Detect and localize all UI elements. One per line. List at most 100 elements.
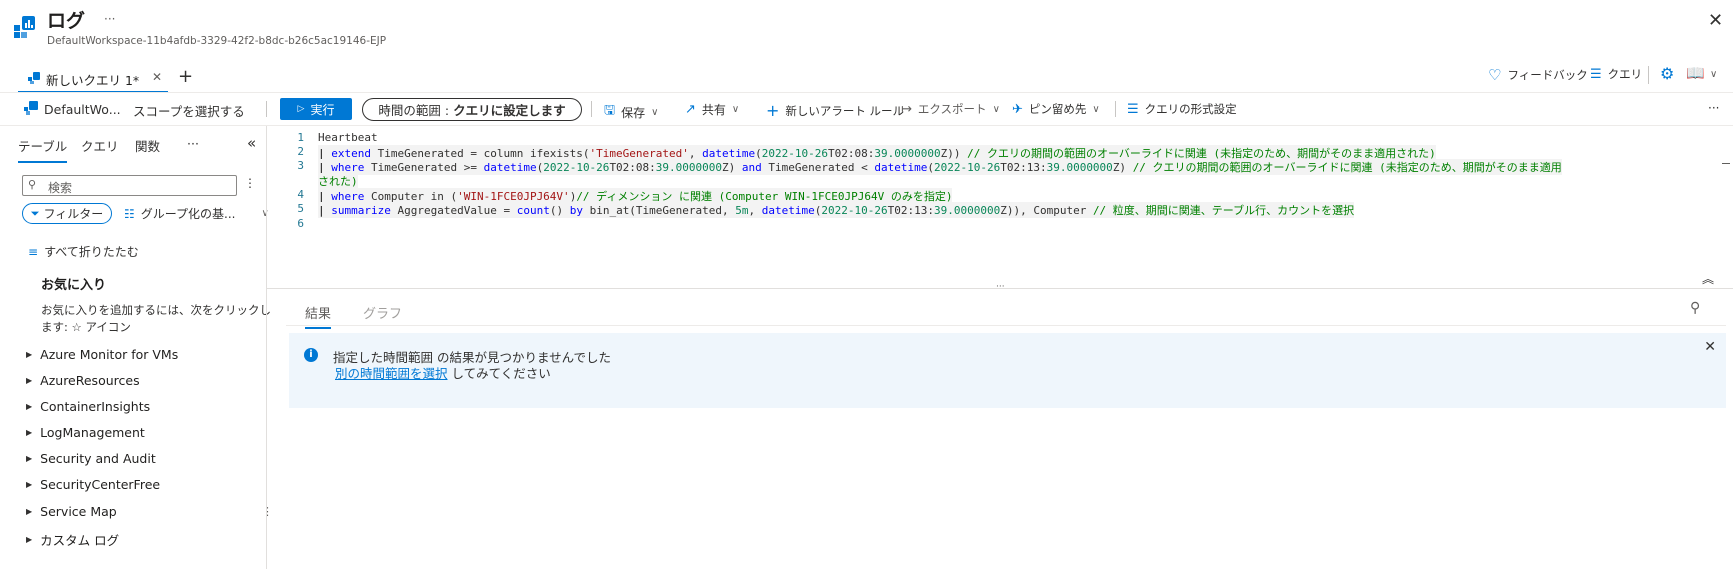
code-line-1: Heartbeat <box>318 131 378 144</box>
format-label: クエリの形式設定 <box>1144 102 1237 116</box>
expand-icon: ▶ <box>26 376 33 385</box>
chevron-down-icon: ∨ <box>651 106 659 118</box>
collapse-panel-button[interactable]: « <box>247 134 256 152</box>
gear-icon[interactable]: ⚙ <box>1660 64 1674 83</box>
tree-item-container-insights[interactable]: ▶ ContainerInsights <box>26 399 150 414</box>
plus-icon: + <box>766 101 780 120</box>
panel-resize-handle[interactable]: ⋮ <box>262 505 273 518</box>
pin-to-button[interactable]: ✈ ピン留め先 ∨ <box>1012 101 1100 117</box>
select-other-time-range-link[interactable]: 別の時間範囲を選択 <box>335 366 448 381</box>
tree-item-security-center-free[interactable]: ▶ SecurityCenterFree <box>26 477 160 492</box>
tab-close-icon[interactable]: ✕ <box>152 70 162 84</box>
page-title: ログ <box>47 10 86 32</box>
collapse-editor-icon[interactable]: ︽ <box>1702 270 1714 287</box>
scope-selector[interactable]: DefaultWo... <box>24 101 121 118</box>
tree-item-label: AzureResources <box>40 373 140 388</box>
splitter-handle[interactable]: ··· <box>996 282 1005 292</box>
line-number: 6 <box>297 217 304 230</box>
line-number: 3 <box>297 159 304 172</box>
add-tab-button[interactable]: + <box>178 66 193 87</box>
close-blade-button[interactable]: ✕ <box>1708 10 1723 31</box>
code-line-3-wrap: された) <box>318 173 358 189</box>
group-by-label: グループ化の基... <box>140 207 236 221</box>
divider <box>266 101 267 117</box>
book-icon[interactable]: 📖 <box>1686 64 1705 82</box>
scrollbar-marker <box>1722 163 1730 164</box>
dismiss-message-button[interactable]: ✕ <box>1704 339 1716 355</box>
new-alert-rule-button[interactable]: + 新しいアラート ルール <box>766 101 904 120</box>
feedback-button[interactable]: ♡ フィードバック <box>1488 66 1588 84</box>
feedback-label: フィードバック <box>1507 68 1588 82</box>
tab-tables[interactable]: テーブル <box>18 136 68 163</box>
time-range-button[interactable]: 時間の範囲 : クエリに設定します <box>362 98 582 121</box>
list-icon: ☰ <box>1590 66 1602 82</box>
tab-new-query-1[interactable]: 新しいクエリ 1* ✕ <box>18 64 168 93</box>
save-button[interactable]: 🖫 保存 ∨ <box>604 101 658 123</box>
save-icon: 🖫 <box>604 103 616 118</box>
format-icon: ☰ <box>1127 101 1139 117</box>
results-divider <box>286 325 1726 326</box>
line-number: 5 <box>297 202 304 215</box>
header-more-button[interactable]: ··· <box>104 12 115 26</box>
expand-icon: ▶ <box>26 454 33 463</box>
tree-item-label: ContainerInsights <box>40 399 151 414</box>
time-range-value: クエリに設定します <box>453 103 566 118</box>
line-number: 4 <box>297 188 304 201</box>
expand-icon: ▶ <box>26 402 33 411</box>
query-tab-icon <box>28 72 40 87</box>
tab-chart[interactable]: グラフ <box>363 303 402 322</box>
filter-button[interactable]: ⏷ フィルター <box>22 203 112 224</box>
tabs-divider <box>0 92 1733 93</box>
play-icon: ▷ <box>297 104 305 114</box>
tree-item-label: Azure Monitor for VMs <box>40 347 179 362</box>
tab-more[interactable]: ··· <box>187 136 199 151</box>
heart-icon: ♡ <box>1488 66 1502 84</box>
line-number: 1 <box>297 131 304 144</box>
collapse-all-label: すべて折りたたむ <box>44 245 139 259</box>
filter-label: フィルター <box>43 207 104 221</box>
tree-item-label: SecurityCenterFree <box>40 477 161 492</box>
chevron-down-icon[interactable]: ∨ <box>1710 69 1717 80</box>
search-placeholder: 検索 <box>48 181 73 195</box>
favorites-hint-1: お気に入りを追加するには、次をクリックし <box>41 303 271 317</box>
divider <box>1648 66 1649 84</box>
tree-item-security-and-audit[interactable]: ▶ Security and Audit <box>26 451 156 466</box>
pin-icon: ✈ <box>1012 101 1023 117</box>
no-results-message: i 指定した時間範囲 の結果が見つかりませんでした 別の時間範囲を選択 してみて… <box>289 333 1726 408</box>
save-label: 保存 <box>621 105 646 120</box>
tab-queries[interactable]: クエリ <box>81 136 119 155</box>
queries-label: クエリ <box>1607 67 1643 81</box>
collapse-all-button[interactable]: ≡ すべて折りたたむ <box>28 243 139 260</box>
format-query-button[interactable]: ☰ クエリの形式設定 <box>1127 101 1237 117</box>
export-icon: ↦ <box>901 101 912 117</box>
queries-button[interactable]: ☰ クエリ <box>1590 66 1642 82</box>
share-button[interactable]: ↗ 共有 ∨ <box>685 101 739 118</box>
new-alert-label: 新しいアラート ルール <box>785 103 905 118</box>
share-icon: ↗ <box>685 102 696 117</box>
tree-item-log-management[interactable]: ▶ LogManagement <box>26 425 145 440</box>
time-range-label: 時間の範囲 : <box>378 103 450 118</box>
toolbar-divider <box>0 125 1733 126</box>
code-line-3: | where TimeGenerated >= datetime(2022-1… <box>318 159 1562 175</box>
expand-icon: ▶ <box>26 507 33 516</box>
tree-item-azure-resources[interactable]: ▶ AzureResources <box>26 373 140 388</box>
tree-item-service-map[interactable]: ▶ Service Map <box>26 504 117 519</box>
results-search-icon[interactable]: ⚲ <box>1690 300 1700 316</box>
editor-divider <box>266 288 1733 289</box>
pin-label: ピン留め先 <box>1028 102 1087 116</box>
line-number: 2 <box>297 145 304 158</box>
search-options-icon[interactable]: ⋮ <box>244 176 256 190</box>
run-button[interactable]: ▷ 実行 <box>280 98 352 120</box>
divider <box>1115 101 1116 117</box>
search-input[interactable]: ⚲ 検索 <box>22 175 237 196</box>
tree-item-label: カスタム ログ <box>40 533 120 548</box>
tree-item-custom-logs[interactable]: ▶ カスタム ログ <box>26 530 119 549</box>
tab-functions[interactable]: 関数 <box>135 136 160 155</box>
export-button[interactable]: ↦ エクスポート ∨ <box>901 101 1000 117</box>
group-by-dropdown[interactable]: ☷ グループ化の基... ∨ <box>124 205 269 222</box>
toolbar-more-button[interactable]: ··· <box>1708 101 1719 115</box>
collapse-all-icon: ≡ <box>28 244 39 259</box>
group-icon: ☷ <box>124 206 135 221</box>
select-scope-link[interactable]: スコープを選択する <box>133 101 245 120</box>
tree-item-azure-monitor-for-vms[interactable]: ▶ Azure Monitor for VMs <box>26 347 178 362</box>
